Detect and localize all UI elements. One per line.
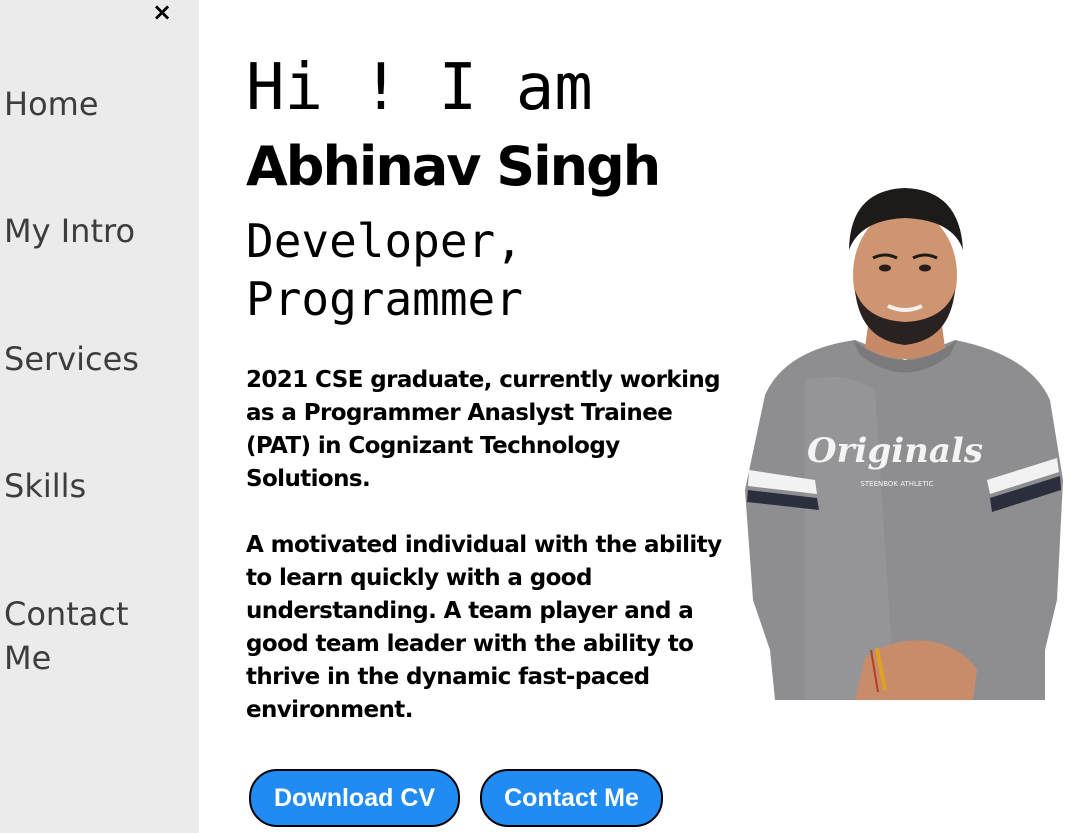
close-icon[interactable]: ×: [150, 0, 174, 24]
contact-me-button[interactable]: Contact Me: [480, 769, 663, 827]
bio-paragraph-1: 2021 CSE graduate, currently working as …: [246, 367, 721, 492]
sidebar-item-my-intro[interactable]: My Intro: [4, 209, 194, 253]
bio-paragraph-2: A motivated individual with the ability …: [246, 532, 722, 723]
sidebar-item-services[interactable]: Services: [4, 337, 194, 381]
profile-photo: Originals STEENBOK ATHLETIC: [745, 188, 1063, 700]
sidebar-item-contact-me[interactable]: Contact Me: [4, 592, 184, 680]
shirt-logo-text: Originals: [807, 431, 983, 471]
sidebar: × Home My Intro Services Skills Contact …: [0, 0, 199, 833]
sidebar-item-home[interactable]: Home: [4, 82, 194, 126]
greeting-heading: Hi ! I am: [246, 51, 593, 125]
shirt-subtext: STEENBOK ATHLETIC: [860, 480, 933, 488]
name-heading: Abhinav Singh: [246, 135, 661, 198]
role-text: Developer, Programmer: [246, 214, 523, 326]
download-cv-button[interactable]: Download CV: [249, 769, 460, 827]
sidebar-item-skills[interactable]: Skills: [4, 464, 194, 508]
